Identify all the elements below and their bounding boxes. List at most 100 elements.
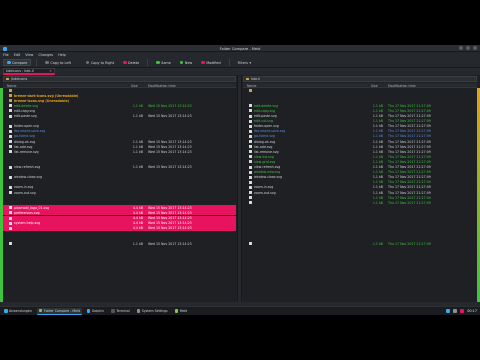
volume-icon[interactable] bbox=[453, 309, 458, 313]
file-icon bbox=[249, 140, 252, 143]
left-path-field[interactable]: /kdeicons bbox=[3, 76, 236, 82]
file-icon bbox=[249, 242, 252, 245]
file-size: 1.1 kB bbox=[132, 144, 143, 149]
file-size: 1.1 kB bbox=[372, 185, 383, 190]
file-icon bbox=[249, 175, 252, 179]
file-icon bbox=[9, 145, 12, 149]
file-icon bbox=[9, 104, 12, 108]
file-name: window-close.svg bbox=[254, 175, 283, 180]
task-label: Meld bbox=[179, 309, 188, 313]
file-modified: Thu 17 Nov 2017 21:27:09 bbox=[388, 108, 431, 113]
filters-label: Filters bbox=[237, 60, 248, 65]
window-titlebar[interactable]: Folder Compare - Meld bbox=[0, 45, 480, 52]
arrow-right-icon bbox=[85, 60, 90, 65]
folder-icon bbox=[9, 94, 13, 97]
notification-icon[interactable] bbox=[460, 309, 465, 313]
pane-separator[interactable] bbox=[237, 76, 242, 302]
filter-new-toggle[interactable]: New bbox=[177, 59, 195, 66]
left-file-pane[interactable]: breeze-dark-icons.svg (Unreadable) breeze… bbox=[3, 88, 236, 302]
new-icon bbox=[179, 60, 184, 65]
menu-help[interactable]: Help bbox=[58, 53, 66, 57]
compare-button[interactable]: Compare bbox=[3, 59, 32, 66]
col-size-header[interactable]: Size bbox=[371, 84, 378, 88]
copy-left-label: Copy to Left bbox=[50, 60, 71, 65]
file-icon bbox=[9, 242, 12, 245]
tab-close-icon[interactable]: × bbox=[49, 69, 52, 73]
filter-same-toggle[interactable]: Same bbox=[153, 59, 174, 66]
system-tray: 00:17 bbox=[446, 309, 480, 313]
file-modified: Wed 15 Nov 2017 13:14:23 bbox=[148, 205, 192, 210]
folder-icon bbox=[6, 77, 9, 81]
file-icon bbox=[249, 134, 252, 138]
file-icon bbox=[9, 226, 12, 230]
copy-right-button[interactable]: Copy to Right bbox=[83, 59, 117, 66]
file-icon bbox=[9, 185, 12, 189]
task-terminal[interactable]: Terminal bbox=[109, 308, 131, 315]
file-size: 1.1 kB bbox=[372, 144, 383, 149]
task-settings[interactable]: System Settings bbox=[135, 308, 170, 315]
arrow-left-icon bbox=[45, 60, 49, 65]
task-meld[interactable]: Meld bbox=[173, 308, 190, 315]
file-name: list-add.svg bbox=[14, 144, 33, 149]
col-modified-header[interactable]: Modification time bbox=[388, 84, 416, 88]
task-label: System Settings bbox=[141, 309, 168, 313]
file-icon bbox=[249, 191, 252, 194]
menu-view[interactable]: View bbox=[25, 53, 33, 57]
toolbar: Compare Copy to Left Copy to Right Delet… bbox=[0, 58, 480, 68]
copy-left-button[interactable]: Copy to Left bbox=[42, 59, 74, 66]
file-modified: Wed 15 Nov 2017 13:14:23 bbox=[148, 165, 192, 169]
col-name-header[interactable]: Name bbox=[247, 84, 256, 88]
file-icon bbox=[249, 104, 252, 108]
minimize-icon[interactable] bbox=[459, 46, 463, 50]
file-modified: Wed 15 Nov 2017 13:14:23 bbox=[148, 144, 192, 149]
file-name: system-help.svg bbox=[14, 221, 41, 226]
start-menu-button[interactable]: Anwendungen bbox=[2, 308, 34, 315]
task-meld-compare[interactable]: Folder Compare - Meld bbox=[36, 307, 82, 315]
right-path-text: kde-il bbox=[251, 77, 261, 81]
file-size: 1.1 kB bbox=[372, 108, 383, 113]
menu-edit[interactable]: Edit bbox=[14, 53, 21, 57]
network-icon[interactable] bbox=[446, 309, 451, 313]
task-label: Dolphin bbox=[91, 309, 105, 313]
file-modified: Thu 17 Nov 2017 21:27:09 bbox=[388, 165, 431, 169]
file-name: zoom-out.svg bbox=[254, 190, 276, 195]
right-path-field[interactable]: kde-il bbox=[243, 76, 477, 82]
tab-label: kdeicons : kde-il bbox=[6, 69, 34, 73]
file-icon bbox=[249, 196, 252, 200]
right-file-pane[interactable]: edit-delete.svg 1.1 kB Thu 17 Nov 2017 21:… bbox=[243, 88, 477, 302]
file-name: zoom-in.svg bbox=[14, 185, 34, 190]
file-size: 1.1 kB bbox=[132, 114, 143, 118]
file-name: edit-delete.svg bbox=[14, 103, 38, 108]
col-name-header[interactable]: Name bbox=[7, 84, 16, 88]
file-name: edit-delete.svg bbox=[254, 103, 278, 108]
tab-folder-compare[interactable]: kdeicons : kde-il × bbox=[3, 68, 55, 75]
delete-button[interactable]: Delete bbox=[120, 59, 142, 66]
file-icon bbox=[9, 221, 12, 225]
col-size-header[interactable]: Size bbox=[131, 84, 138, 88]
file-size: 4.4 kB bbox=[132, 216, 143, 220]
new-label: New bbox=[184, 60, 193, 65]
filter-modified-toggle[interactable]: Modified bbox=[198, 59, 223, 66]
file-icon bbox=[249, 165, 252, 169]
close-icon[interactable] bbox=[473, 46, 477, 50]
file-icon bbox=[249, 109, 252, 113]
file-modified: Wed 15 Nov 2017 13:14:23 bbox=[148, 221, 192, 226]
clock[interactable]: 00:17 bbox=[467, 309, 477, 313]
tab-bar: kdeicons : kde-il × bbox=[0, 68, 480, 75]
maximize-icon[interactable] bbox=[466, 46, 470, 50]
menu-changes[interactable]: Changes bbox=[38, 53, 53, 57]
file-modified: Wed 15 Nov 2017 13:14:23 bbox=[148, 241, 192, 246]
file-modified: Wed 15 Nov 2017 13:14:23 bbox=[148, 216, 192, 220]
file-size: 4.4 kB bbox=[132, 210, 143, 215]
file-name: edit-copy.svg bbox=[14, 108, 36, 113]
copy-right-label: Copy to Right bbox=[90, 60, 115, 65]
file-name: dialog-ok.svg bbox=[14, 139, 36, 144]
task-dolphin[interactable]: Dolphin bbox=[85, 308, 106, 315]
file-size: 1.1 kB bbox=[372, 154, 383, 159]
file-name: edit-cut.svg bbox=[254, 119, 273, 124]
col-modified-header[interactable]: Modification time bbox=[148, 84, 176, 88]
filters-dropdown[interactable]: Filters ▾ bbox=[235, 59, 254, 66]
file-name: list-remove.svg bbox=[254, 149, 279, 154]
task-label: Folder Compare - Meld bbox=[43, 308, 80, 313]
menu-file[interactable]: File bbox=[3, 53, 9, 57]
